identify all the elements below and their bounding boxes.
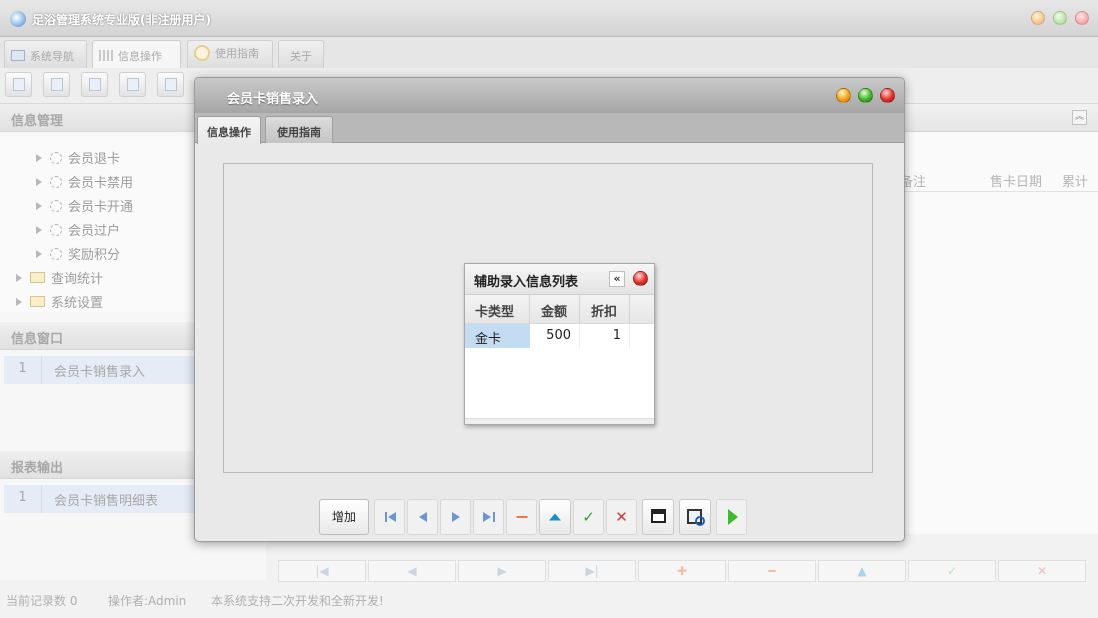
add-record-button[interactable]: ✚ — [638, 560, 726, 582]
cell-amount[interactable]: 500 — [530, 324, 580, 348]
print-preview-icon[interactable] — [679, 499, 711, 535]
edit-record-button[interactable]: ▲ — [818, 560, 906, 582]
tab-system-nav[interactable]: 系统导航 — [4, 40, 87, 68]
main-nav-buttons: |◀ ◀ ▶ ▶| ✚ ━ ▲ ✓ ✕ — [276, 560, 1088, 582]
search-tool-button[interactable] — [5, 72, 32, 97]
folder-icon — [30, 296, 45, 307]
tree-item-member-transfer[interactable]: 会员过户 — [36, 220, 120, 240]
popup-table-header: 卡类型 金额 折扣 — [465, 295, 654, 324]
dialog-close-button[interactable] — [880, 88, 895, 103]
member-card-sales-dialog: 会员卡销售录入 信息操作 使用指南 辅助录入信息列表 « 卡类型 金额 折扣 金… — [194, 77, 905, 542]
tree-item-card-disable[interactable]: 会员卡禁用 — [36, 172, 133, 192]
info-window-item[interactable]: 1 会员卡销售录入 — [4, 356, 194, 384]
edit-up-icon[interactable] — [539, 499, 571, 535]
cell-card-type[interactable]: 金卡 — [465, 324, 530, 348]
delete-icon[interactable] — [506, 499, 537, 535]
next-record-button[interactable]: ▶ — [458, 560, 546, 582]
key-icon — [50, 200, 62, 212]
dialog-maximize-button[interactable] — [858, 88, 873, 103]
column-header-card-type[interactable]: 卡类型 — [465, 295, 530, 324]
system-note: 本系统支持二次开发和全新开发! — [211, 594, 384, 608]
column-header-discount[interactable]: 折扣 — [580, 295, 630, 324]
close-button[interactable] — [1075, 11, 1089, 25]
tree-item-card-refund[interactable]: 会员退卡 — [36, 148, 120, 168]
document-icon — [89, 78, 101, 91]
users-icon — [127, 78, 139, 91]
tree-item-card-enable[interactable]: 会员卡开通 — [36, 196, 133, 216]
users-tool-button[interactable] — [119, 72, 146, 97]
dialog-title: 会员卡销售录入 — [227, 92, 319, 107]
grid-icon — [99, 50, 113, 61]
column-header[interactable]: 售卡日期 — [990, 171, 1042, 190]
dialog-tab-bar: 信息操作 使用指南 — [195, 113, 904, 144]
cancel-x-icon[interactable]: ✕ — [606, 499, 637, 535]
popup-close-button[interactable] — [633, 271, 648, 286]
add-button[interactable]: 增加 — [319, 499, 369, 535]
key-icon — [50, 152, 62, 164]
app-logo-icon — [10, 11, 26, 27]
delete-record-button[interactable]: ━ — [728, 560, 816, 582]
prev-record-button[interactable]: ◀ — [368, 560, 456, 582]
expand-arrow-icon — [16, 298, 22, 306]
column-header-amount[interactable]: 金额 — [530, 295, 580, 324]
key-icon — [50, 224, 62, 236]
minimize-button[interactable] — [1031, 11, 1045, 25]
tree-item-system-settings[interactable]: 系统设置 — [16, 292, 103, 312]
expand-arrow-icon — [36, 178, 42, 186]
app-title: 足浴管理系统专业版(非注册用户) — [32, 13, 211, 27]
tree-item-query-stats[interactable]: 查询统计 — [16, 268, 103, 288]
popup-footer — [465, 418, 654, 424]
next-record-icon[interactable] — [440, 499, 471, 535]
first-record-icon[interactable] — [374, 499, 405, 535]
operator-label: 操作者:Admin — [108, 594, 187, 608]
key-icon — [50, 176, 62, 188]
last-record-button[interactable]: ▶| — [548, 560, 636, 582]
title-bar: 足浴管理系统专业版(非注册用户) — [0, 0, 1098, 37]
maximize-button[interactable] — [1053, 11, 1067, 25]
run-play-icon[interactable] — [716, 499, 747, 535]
form-tool-button[interactable] — [43, 72, 70, 97]
tab-user-guide[interactable]: 使用指南 — [187, 40, 273, 68]
folder-icon — [30, 272, 45, 283]
dialog-title-bar[interactable]: 会员卡销售录入 — [195, 78, 904, 113]
dialog-tab-user-guide[interactable]: 使用指南 — [265, 116, 333, 143]
search-icon — [13, 78, 25, 91]
key-icon — [50, 248, 62, 260]
expand-arrow-icon — [16, 274, 22, 282]
popup-title: 辅助录入信息列表 — [474, 275, 579, 290]
print-icon[interactable] — [642, 499, 674, 535]
confirm-check-icon[interactable]: ✓ — [573, 499, 604, 535]
cancel-record-button[interactable]: ✕ — [998, 560, 1086, 582]
window-icon — [165, 78, 177, 91]
report-item[interactable]: 1 会员卡销售明细表 — [4, 485, 194, 513]
tab-info-operation[interactable]: 信息操作 — [92, 40, 181, 68]
first-record-button[interactable]: |◀ — [278, 560, 366, 582]
record-count: 当前记录数 0 — [6, 594, 78, 608]
tree-item-reward-points[interactable]: 奖励积分 — [36, 244, 120, 264]
collapse-double-left-icon[interactable]: « — [609, 271, 625, 287]
save-record-button[interactable]: ✓ — [908, 560, 996, 582]
status-bar: 当前记录数 0 操作者:Admin 本系统支持二次开发和全新开发! — [0, 588, 1098, 614]
expand-arrow-icon — [36, 202, 42, 210]
tab-about[interactable]: 关于 — [278, 40, 324, 68]
window-tool-button[interactable] — [157, 72, 184, 97]
main-tab-bar: 系统导航 信息操作 使用指南 关于 — [0, 37, 1098, 68]
dialog-minimize-button[interactable] — [836, 88, 851, 103]
guide-icon — [194, 45, 210, 61]
column-header[interactable]: 累计 — [1062, 171, 1088, 190]
form-icon — [51, 78, 63, 91]
expand-arrow-icon — [36, 226, 42, 234]
document-tool-button[interactable] — [81, 72, 108, 97]
cell-discount[interactable]: 1 — [580, 324, 630, 348]
last-record-icon[interactable] — [473, 499, 504, 535]
expand-arrow-icon — [36, 250, 42, 258]
popup-title-bar[interactable]: 辅助录入信息列表 « — [465, 264, 654, 295]
dialog-tab-info-operation[interactable]: 信息操作 — [197, 116, 261, 144]
table-row[interactable]: 金卡 500 1 — [465, 324, 654, 348]
prev-record-icon[interactable] — [407, 499, 438, 535]
collapse-up-icon[interactable]: ︽ — [1072, 110, 1087, 125]
auxiliary-info-popup: 辅助录入信息列表 « 卡类型 金额 折扣 金卡 500 1 — [464, 263, 655, 425]
expand-arrow-icon — [36, 154, 42, 162]
monitor-icon — [11, 50, 25, 61]
